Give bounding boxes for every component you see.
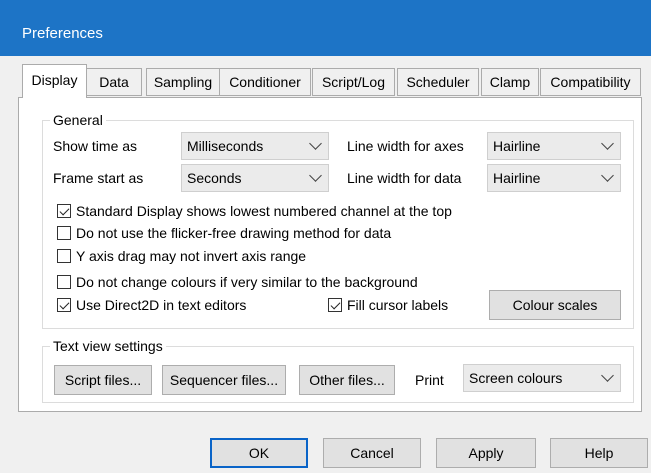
print-label: Print bbox=[415, 372, 444, 388]
y-axis-drag-label: Y axis drag may not invert axis range bbox=[76, 248, 307, 264]
cancel-button[interactable]: Cancel bbox=[323, 438, 421, 468]
tab-sampling[interactable]: Sampling bbox=[146, 68, 220, 96]
line-width-data-select[interactable]: Hairline bbox=[487, 164, 621, 192]
show-time-as-label: Show time as bbox=[53, 138, 138, 154]
show-time-as-value: Milliseconds bbox=[187, 138, 264, 154]
tab-scheduler[interactable]: Scheduler bbox=[397, 68, 479, 96]
line-width-axes-value: Hairline bbox=[493, 138, 541, 154]
no-colour-change-checkbox[interactable] bbox=[57, 275, 71, 289]
text-view-group-label: Text view settings bbox=[50, 338, 166, 354]
direct2d-label: Use Direct2D in text editors bbox=[76, 297, 247, 313]
script-files-button[interactable]: Script files... bbox=[54, 365, 152, 395]
flicker-free-label: Do not use the flicker-free drawing meth… bbox=[76, 225, 392, 241]
chevron-down-icon bbox=[309, 169, 322, 182]
y-axis-drag-checkbox[interactable] bbox=[57, 249, 71, 263]
tab-data[interactable]: Data bbox=[86, 68, 142, 96]
ok-button[interactable]: OK bbox=[210, 438, 308, 468]
tab-clamp[interactable]: Clamp bbox=[481, 68, 539, 96]
tab-conditioner[interactable]: Conditioner bbox=[219, 68, 311, 96]
frame-start-as-label: Frame start as bbox=[53, 170, 144, 186]
fill-cursor-labels-label: Fill cursor labels bbox=[347, 297, 449, 313]
apply-button[interactable]: Apply bbox=[436, 438, 536, 468]
standard-display-checkbox[interactable] bbox=[57, 204, 71, 218]
print-value: Screen colours bbox=[469, 370, 563, 386]
frame-start-as-select[interactable]: Seconds bbox=[181, 164, 329, 192]
other-files-button[interactable]: Other files... bbox=[299, 365, 395, 395]
tab-script-log[interactable]: Script/Log bbox=[312, 68, 395, 96]
no-colour-change-label: Do not change colours if very similar to… bbox=[76, 274, 418, 290]
flicker-free-checkbox[interactable] bbox=[57, 226, 71, 240]
chevron-down-icon bbox=[601, 169, 614, 182]
colour-scales-button[interactable]: Colour scales bbox=[489, 290, 621, 320]
tab-compatibility[interactable]: Compatibility bbox=[540, 68, 641, 96]
line-width-axes-select[interactable]: Hairline bbox=[487, 132, 621, 160]
window-title: Preferences bbox=[22, 25, 103, 42]
line-width-axes-label: Line width for axes bbox=[347, 138, 464, 154]
tab-display[interactable]: Display bbox=[22, 64, 87, 98]
chevron-down-icon bbox=[601, 137, 614, 150]
chevron-down-icon bbox=[601, 369, 614, 382]
standard-display-label: Standard Display shows lowest numbered c… bbox=[76, 203, 452, 219]
show-time-as-select[interactable]: Milliseconds bbox=[181, 132, 329, 160]
chevron-down-icon bbox=[309, 137, 322, 150]
title-bar: Preferences bbox=[0, 0, 651, 56]
fill-cursor-labels-checkbox[interactable] bbox=[328, 298, 342, 312]
line-width-data-value: Hairline bbox=[493, 170, 541, 186]
general-group-label: General bbox=[50, 112, 106, 128]
sequencer-files-button[interactable]: Sequencer files... bbox=[162, 365, 286, 395]
print-select[interactable]: Screen colours bbox=[463, 364, 621, 392]
frame-start-as-value: Seconds bbox=[187, 170, 242, 186]
help-button[interactable]: Help bbox=[550, 438, 648, 468]
line-width-data-label: Line width for data bbox=[347, 170, 462, 186]
direct2d-checkbox[interactable] bbox=[57, 298, 71, 312]
